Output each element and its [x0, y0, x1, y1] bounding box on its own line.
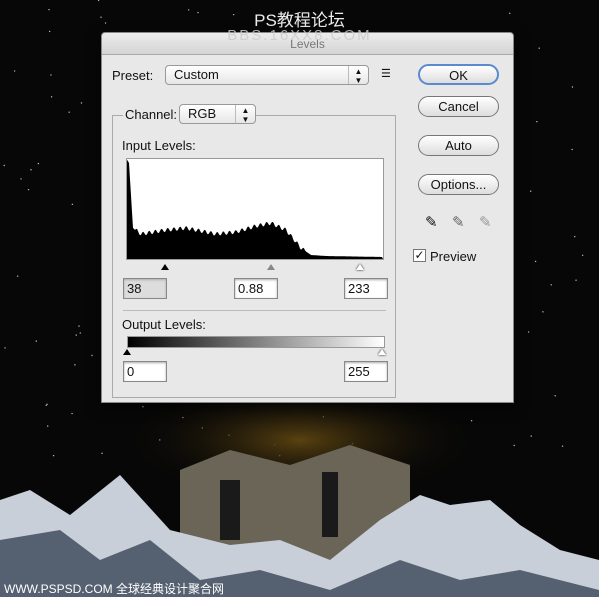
cancel-button[interactable]: Cancel [418, 96, 499, 117]
star [571, 148, 573, 151]
star [52, 454, 55, 457]
star [27, 188, 30, 191]
star [75, 334, 77, 336]
star [101, 452, 103, 455]
star [581, 254, 584, 256]
star [571, 86, 574, 88]
preview-checkbox[interactable]: ✓ [413, 249, 426, 262]
star [513, 444, 515, 447]
star [3, 164, 5, 167]
input-black-slider[interactable] [161, 264, 169, 270]
star [561, 445, 564, 447]
star [534, 260, 537, 263]
channel-select[interactable]: RGB ▲ ▼ [179, 104, 256, 124]
preset-value: Custom [174, 67, 219, 82]
input-black-field[interactable]: 38 [123, 278, 167, 299]
output-white-slider[interactable] [378, 349, 386, 355]
updown-arrows-icon: ▲ ▼ [235, 105, 255, 124]
star [45, 404, 47, 406]
star [536, 120, 538, 123]
input-gamma-slider[interactable] [267, 264, 275, 270]
star [74, 364, 76, 366]
star [37, 162, 40, 165]
auto-button[interactable]: Auto [418, 135, 499, 156]
output-levels-label: Output Levels: [122, 317, 206, 332]
white-eyedropper-icon[interactable]: ✎ [479, 213, 492, 231]
star [97, 0, 100, 2]
preset-options-icon[interactable]: ☰ [381, 67, 391, 80]
channel-value: RGB [188, 106, 217, 121]
star [47, 425, 49, 427]
star [30, 169, 32, 171]
star [71, 412, 73, 415]
star [50, 74, 52, 76]
gray-eyedropper-icon[interactable]: ✎ [452, 213, 465, 231]
star [554, 395, 556, 397]
star [550, 284, 552, 286]
divider [123, 310, 386, 311]
channel-label: Channel: [123, 107, 180, 122]
star [574, 235, 576, 238]
channel-group: Channel: RGB ▲ ▼ Input Levels: 38 0.88 23… [112, 104, 396, 398]
star [78, 325, 80, 327]
preset-label: Preset: [112, 68, 154, 83]
star [530, 435, 532, 437]
watermark-url: BBS.16XX8.COM [227, 27, 372, 44]
updown-arrows-icon: ▲ ▼ [348, 66, 368, 85]
ok-button[interactable]: OK [418, 64, 499, 85]
star [20, 178, 22, 180]
output-black-slider[interactable] [123, 349, 131, 355]
star [470, 420, 473, 422]
output-white-field[interactable]: 255 [344, 361, 388, 382]
star [529, 190, 532, 192]
input-levels-label: Input Levels: [122, 138, 196, 153]
input-gamma-field[interactable]: 0.88 [234, 278, 278, 299]
star [13, 70, 16, 72]
output-black-field[interactable]: 0 [123, 361, 167, 382]
preview-label: Preview [430, 249, 477, 264]
input-white-slider[interactable] [356, 264, 364, 270]
star [538, 47, 540, 49]
star [575, 279, 577, 281]
black-eyedropper-icon[interactable]: ✎ [425, 213, 438, 231]
star [50, 96, 53, 98]
star [4, 347, 6, 349]
star [16, 275, 19, 277]
levels-dialog: Levels Preset: Custom ▲ ▼ ☰ OK Cancel Aut… [101, 32, 514, 403]
preset-select[interactable]: Custom ▲ ▼ [165, 65, 369, 85]
star [79, 332, 81, 334]
watermark-bottom: WWW.PSPSD.COM 全球经典设计聚合网 [4, 582, 224, 596]
star [542, 311, 544, 313]
star [91, 354, 93, 357]
histogram [126, 158, 384, 260]
options-button[interactable]: Options... [418, 174, 499, 195]
star [142, 405, 144, 408]
star [527, 331, 530, 333]
star [35, 340, 37, 342]
output-gradient [127, 336, 385, 348]
star [80, 102, 83, 104]
star [68, 111, 70, 113]
star [71, 203, 74, 206]
input-white-field[interactable]: 233 [344, 278, 388, 299]
